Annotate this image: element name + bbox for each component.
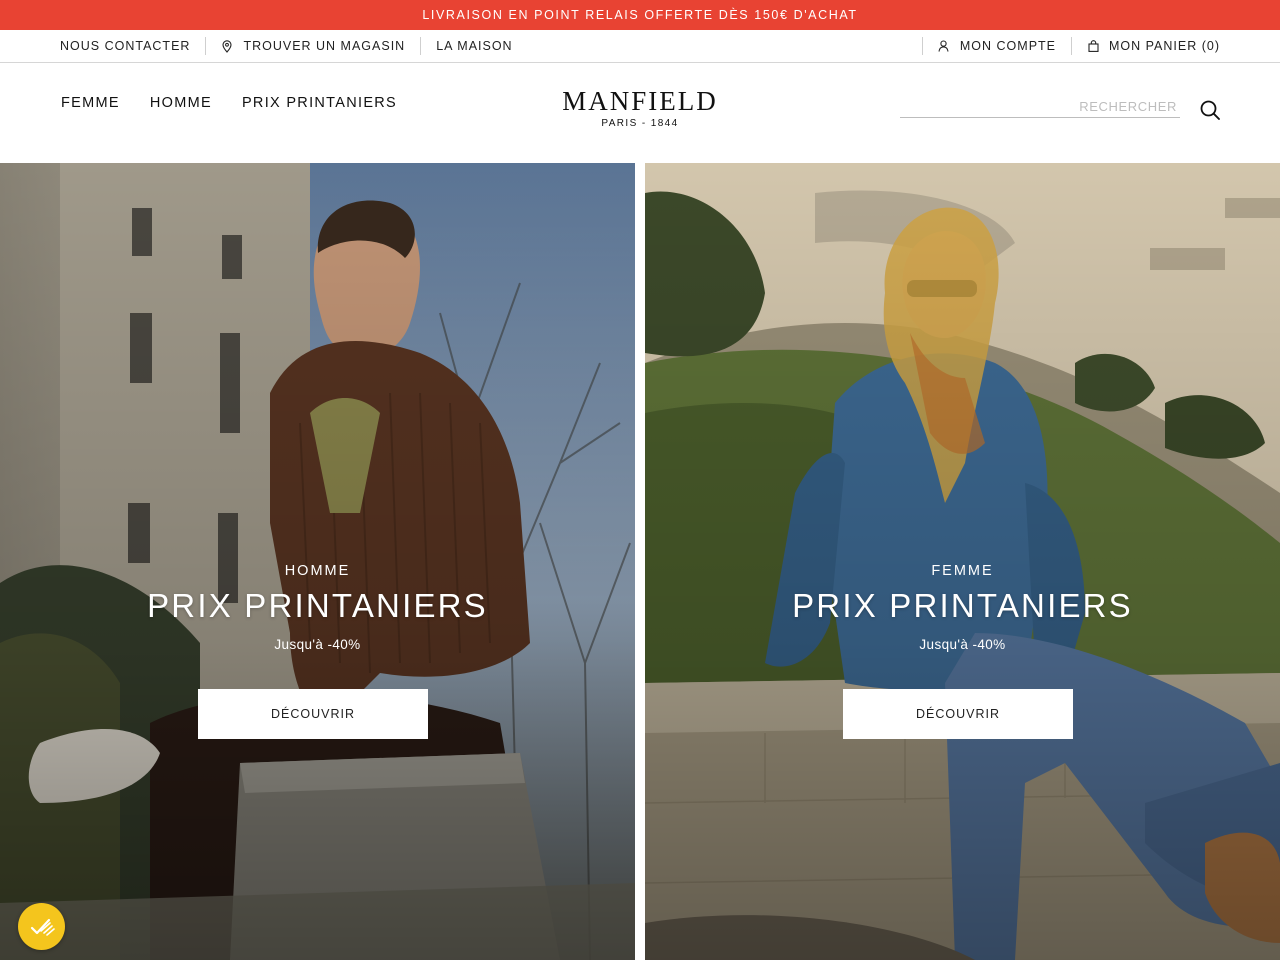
account-link[interactable]: MON COMPTE [938,39,1056,53]
search-input[interactable] [900,95,1180,117]
hero-panel-femme[interactable]: FEMME PRIX PRINTANIERS Jusqu'à -40% DÉCO… [645,163,1280,960]
maison-link[interactable]: LA MAISON [436,39,512,53]
utility-divider [1071,37,1072,55]
store-locator-link[interactable]: TROUVER UN MAGASIN [221,39,405,53]
main-nav: FEMME HOMME PRIX PRINTANIERS [61,95,397,111]
utility-divider [205,37,207,55]
logo-tagline: PARIS - 1844 [601,118,679,129]
hero-panel-homme[interactable]: HOMME PRIX PRINTANIERS Jusqu'à -40% DÉCO… [0,163,635,960]
user-icon [938,39,950,53]
cookie-consent-icon[interactable] [18,903,65,950]
promo-banner: LIVRAISON EN POINT RELAIS OFFERTE DÈS 15… [0,0,1280,30]
hero-category: FEMME [931,563,994,579]
map-pin-icon [221,39,233,53]
hero-subtitle: Jusqu'à -40% [274,637,361,652]
account-label: MON COMPTE [959,39,1056,53]
nav-item-homme[interactable]: HOMME [150,95,212,111]
cart-link[interactable]: MON PANIER (0) [1087,39,1220,53]
utility-divider [921,37,923,55]
discover-button-femme[interactable]: DÉCOUVRIR [843,689,1073,739]
utility-links-right: MON COMPTE MON PANIER (0) [907,30,1220,62]
hero-subtitle: Jusqu'à -40% [919,637,1006,652]
hero-photo-homme [0,163,635,960]
search-field [900,95,1180,118]
maison-label: LA MAISON [436,39,513,53]
search-icon[interactable] [1199,99,1221,121]
shopping-bag-icon [1087,39,1099,53]
discover-button-homme[interactable]: DÉCOUVRIR [198,689,428,739]
promo-text: LIVRAISON EN POINT RELAIS OFFERTE DÈS 15… [422,8,858,22]
contact-link[interactable]: NOUS CONTACTER [60,39,190,53]
hero-photo-femme [645,163,1280,960]
logo-wordmark: MANFIELD [562,86,718,116]
hero-divider [635,163,645,960]
hero-category: HOMME [284,563,351,579]
nav-item-femme[interactable]: FEMME [61,95,120,111]
brand-logo[interactable]: MANFIELD PARIS - 1844 [540,87,740,129]
nav-item-prix-printaniers[interactable]: PRIX PRINTANIERS [242,95,397,111]
utility-links-left: NOUS CONTACTER TROUVER UN MAGASIN LA MAI… [60,30,513,62]
utility-bar: NOUS CONTACTER TROUVER UN MAGASIN LA MAI… [0,30,1280,63]
utility-divider [420,37,422,55]
hero-title: PRIX PRINTANIERS [792,587,1133,624]
store-locator-label: TROUVER UN MAGASIN [243,39,406,53]
cart-label: MON PANIER (0) [1109,39,1220,53]
hero-title: PRIX PRINTANIERS [147,587,488,624]
contact-label: NOUS CONTACTER [60,39,191,53]
